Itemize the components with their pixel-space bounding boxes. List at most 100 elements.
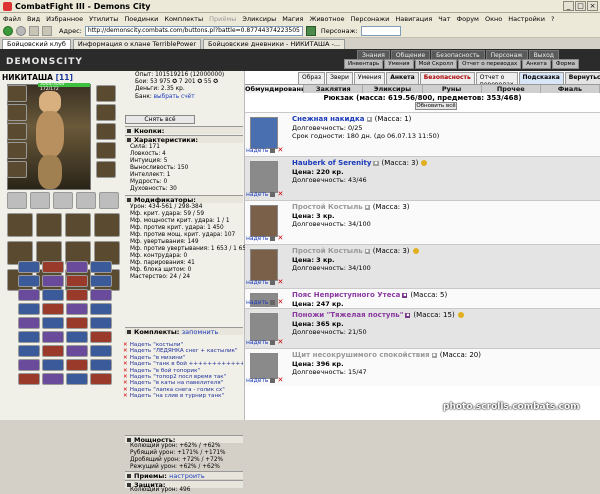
menu-item-1[interactable]: Вид xyxy=(27,15,40,23)
rune-slot-35[interactable] xyxy=(66,373,88,385)
item-title[interactable]: Hauberk of Serenity xyxy=(292,159,371,167)
home-icon[interactable] xyxy=(42,25,52,36)
sub-nav-3[interactable]: Отчет о переводах xyxy=(458,59,522,69)
rune-slot-14[interactable] xyxy=(42,303,64,315)
rune-slot-9[interactable] xyxy=(18,289,40,301)
menu-item-10[interactable]: Персонажи xyxy=(350,15,389,23)
item-title[interactable]: Пояс Неприступного Утеса xyxy=(292,291,400,299)
rune-slot-2[interactable] xyxy=(42,261,64,273)
rune-slot-20[interactable] xyxy=(90,317,112,329)
rune-slot-11[interactable] xyxy=(66,289,88,301)
rune-slot-29[interactable] xyxy=(18,359,40,371)
item-image[interactable] xyxy=(250,249,278,281)
menu-item-0[interactable]: Файл xyxy=(3,15,21,23)
slot-earrings[interactable] xyxy=(96,85,116,102)
wear-link[interactable]: надеть xyxy=(246,339,268,346)
maximize-button[interactable]: □ xyxy=(575,1,586,11)
tab-clan-info[interactable]: Информация о клане TerriblePower xyxy=(72,39,202,49)
rune-slot-7[interactable] xyxy=(66,275,88,287)
item-image[interactable] xyxy=(250,313,278,341)
character-search-input[interactable] xyxy=(360,25,401,36)
wear-link[interactable]: надеть xyxy=(246,299,268,306)
rune-slot-32[interactable] xyxy=(90,359,112,371)
slot-leggings[interactable] xyxy=(96,142,116,159)
menu-item-4[interactable]: Поединки xyxy=(124,15,158,23)
rune-slot-13[interactable] xyxy=(18,303,40,315)
item-info-icon[interactable] xyxy=(270,339,276,345)
item-info-icon[interactable] xyxy=(270,147,276,153)
kit-delete-icon[interactable]: ✕ xyxy=(123,393,128,399)
slot-ring-3[interactable] xyxy=(53,192,73,209)
category-tab-2[interactable]: Эликсиры xyxy=(363,85,423,93)
rune-slot-4[interactable] xyxy=(90,261,112,273)
features-header[interactable]: Характеристики: xyxy=(125,135,243,144)
wear-link[interactable]: надеть xyxy=(246,191,268,198)
item-name[interactable]: Пояс Неприступного Утеса ▪ (Масса: 5) xyxy=(292,291,447,299)
rune-slot-5[interactable] xyxy=(18,275,40,287)
spells-header[interactable]: Приемы: настроить xyxy=(125,471,243,480)
tab-fight-club[interactable]: Бойцовский клуб xyxy=(2,39,71,49)
rune-slot-26[interactable] xyxy=(42,345,64,357)
menu-item-12[interactable]: Чат xyxy=(438,15,450,23)
slot-helmet[interactable] xyxy=(7,85,27,102)
item-name[interactable]: Hauberk of Serenity ▪ (Масса: 3) xyxy=(292,159,428,167)
category-tab-5[interactable]: Фиаль xyxy=(541,85,600,93)
item-info-icon[interactable] xyxy=(270,235,276,241)
rune-slot-36[interactable] xyxy=(90,373,112,385)
refresh-icon[interactable] xyxy=(29,25,39,36)
slot-ring-2[interactable] xyxy=(30,192,50,209)
slot-bag-2[interactable] xyxy=(36,213,62,237)
rune-slot-27[interactable] xyxy=(66,345,88,357)
item-name[interactable]: Поножи "Тяжелая поступь" ▪ (Масса: 15) xyxy=(292,311,464,319)
modifiers-header[interactable]: Модификаторы: xyxy=(125,195,243,204)
rune-slot-12[interactable] xyxy=(90,289,112,301)
tab-diaries[interactable]: Бойцовские дневники - НИКИТАША -... xyxy=(203,39,346,49)
category-tab-4[interactable]: Прочее xyxy=(482,85,541,93)
menu-item-3[interactable]: Утилиты xyxy=(89,15,118,23)
rune-slot-23[interactable] xyxy=(66,331,88,343)
minimize-button[interactable]: _ xyxy=(563,1,574,11)
go-icon[interactable] xyxy=(305,25,316,36)
rune-slot-15[interactable] xyxy=(66,303,88,315)
rune-slot-34[interactable] xyxy=(42,373,64,385)
kit-wear-link[interactable]: Надеть xyxy=(130,393,152,399)
menu-item-11[interactable]: Навигация xyxy=(395,15,432,23)
rune-slot-22[interactable] xyxy=(42,331,64,343)
rune-slot-19[interactable] xyxy=(66,317,88,329)
rune-slot-31[interactable] xyxy=(66,359,88,371)
menu-item-14[interactable]: Окно xyxy=(485,15,502,23)
slot-gloves[interactable] xyxy=(96,104,116,121)
rune-slot-3[interactable] xyxy=(66,261,88,273)
item-title[interactable]: Простой Костыль xyxy=(292,203,363,211)
rune-slot-16[interactable] xyxy=(90,303,112,315)
rune-slot-30[interactable] xyxy=(42,359,64,371)
item-image[interactable] xyxy=(250,161,278,193)
category-tab-1[interactable]: Заклятия xyxy=(304,85,364,93)
slot-ring-1[interactable] xyxy=(7,192,27,209)
rune-slot-24[interactable] xyxy=(90,331,112,343)
item-info-icon[interactable] xyxy=(270,191,276,197)
rune-slot-10[interactable] xyxy=(42,289,64,301)
item-name[interactable]: Простой Костыль ▪ (Масса: 3) xyxy=(292,203,410,211)
category-tab-3[interactable]: Руны xyxy=(423,85,482,93)
category-tab-0[interactable]: Обмундирование xyxy=(245,85,305,93)
refresh-all-button[interactable]: Обновить всё xyxy=(415,102,457,110)
stat-value[interactable]: выбрать счёт xyxy=(154,94,195,100)
item-info-icon[interactable] xyxy=(270,299,276,305)
item-name[interactable]: Снежная накидка ▪ (Масса: 1) xyxy=(292,115,411,123)
item-info-icon[interactable] xyxy=(270,279,276,285)
delete-item-icon[interactable]: ✕ xyxy=(277,190,283,198)
wear-link[interactable]: надеть xyxy=(246,377,268,384)
slot-belt[interactable] xyxy=(7,161,27,178)
menu-item-7[interactable]: Эликсиры xyxy=(242,15,276,23)
item-title[interactable]: Простой Костыль xyxy=(292,247,363,255)
kit-name[interactable]: "на слив в турнир танк" xyxy=(153,393,224,399)
sub-nav-0[interactable]: Инвентарь xyxy=(344,59,384,69)
slot-bag-1[interactable] xyxy=(7,213,33,237)
slot-armor[interactable] xyxy=(7,142,27,159)
menu-item-2[interactable]: Избранное xyxy=(46,15,83,23)
slot-shield[interactable] xyxy=(96,123,116,140)
rune-slot-18[interactable] xyxy=(42,317,64,329)
wear-link[interactable]: надеть xyxy=(246,147,268,154)
slot-weapon[interactable] xyxy=(7,123,27,140)
